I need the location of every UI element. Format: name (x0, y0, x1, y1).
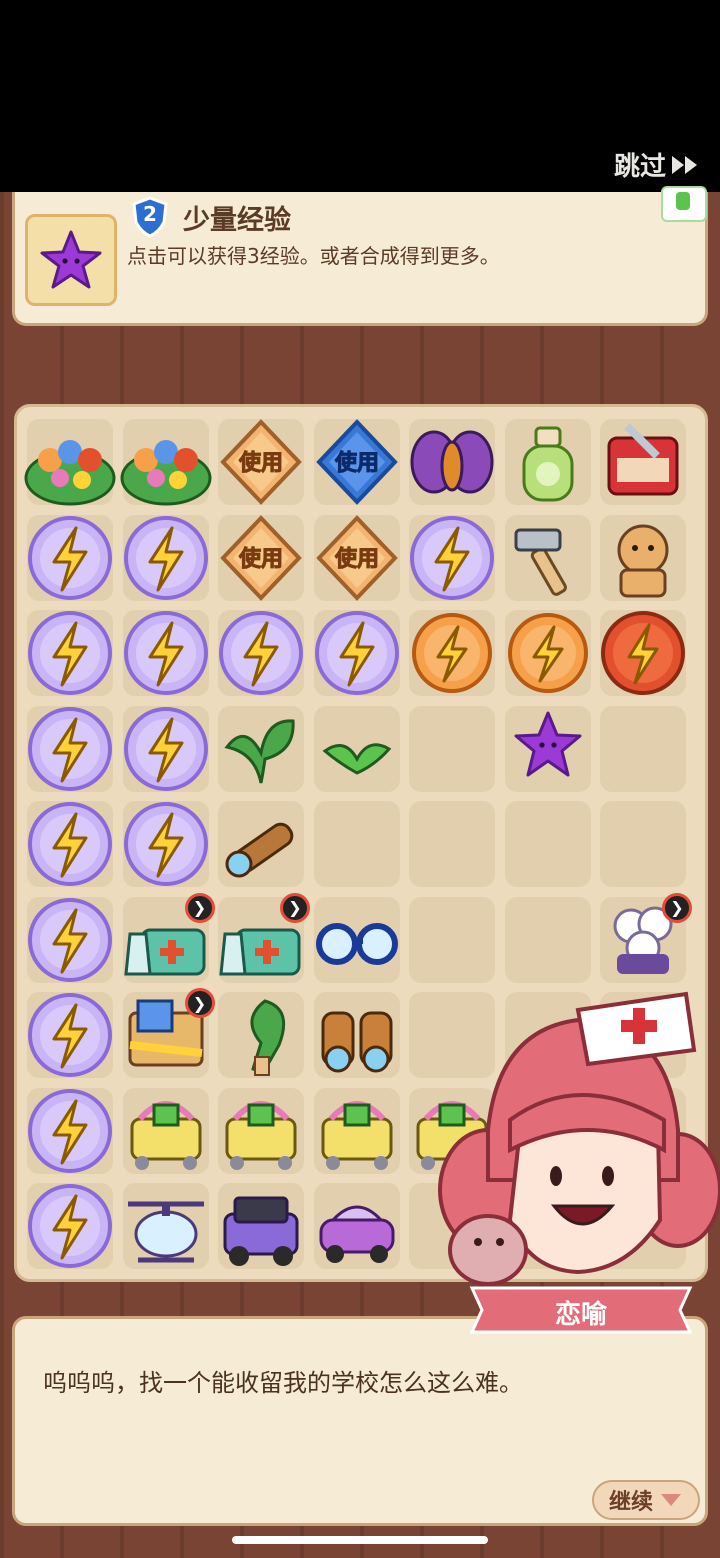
use-voucher-icon[interactable]: 使用 (215, 512, 307, 604)
toolbox-icon[interactable] (597, 416, 689, 508)
sprout-icon[interactable] (311, 703, 403, 795)
energy-orb-icon[interactable] (120, 798, 212, 890)
tiger-figurine-icon[interactable] (597, 512, 689, 604)
chevron-right-icon: ❯ (280, 892, 310, 923)
lotion-jar-icon[interactable] (502, 416, 594, 508)
level-shield: 2 (131, 196, 169, 238)
speaker-name-banner: 恋喻 (466, 1284, 696, 1336)
shopping-cart-icon[interactable] (120, 1085, 212, 1177)
moth-icon[interactable] (406, 416, 498, 508)
energy-orb-icon[interactable] (406, 512, 498, 604)
item-info-icon (25, 214, 117, 306)
energy-orb-icon[interactable] (311, 607, 403, 699)
leaves-icon[interactable] (215, 703, 307, 795)
use-voucher-blue-icon[interactable]: 使用 (311, 416, 403, 508)
energy-orb-icon[interactable] (215, 607, 307, 699)
svg-text:使用: 使用 (238, 547, 283, 572)
level-number: 2 (143, 202, 157, 226)
nurse-character (438, 991, 720, 1286)
shopping-cart-icon[interactable] (311, 1085, 403, 1177)
binoculars-icon[interactable] (311, 989, 403, 1081)
triangle-down-icon (661, 1494, 681, 1506)
energy-orb-icon[interactable] (24, 1180, 116, 1272)
item-info-card: 2 少量经验 点击可以获得3经验。或者合成得到更多。 (12, 186, 708, 326)
energy-orb-icon[interactable] (120, 703, 212, 795)
energy-orb-red-icon[interactable] (597, 607, 689, 699)
skip-button[interactable]: 跳过 (614, 146, 700, 183)
continue-button[interactable]: 继续 (592, 1480, 700, 1520)
fast-forward-icon (672, 155, 697, 174)
chevron-right-icon: ❯ (662, 892, 692, 923)
svg-text:使用: 使用 (333, 451, 378, 476)
plant-cutting-icon[interactable] (215, 989, 307, 1081)
car-icon[interactable] (311, 1180, 403, 1272)
energy-orb-orange-icon[interactable] (406, 607, 498, 699)
speaker-name: 恋喻 (554, 1300, 607, 1330)
svg-text:使用: 使用 (238, 451, 283, 476)
continue-label: 继续 (608, 1490, 653, 1515)
board-cell[interactable] (504, 801, 591, 887)
jeep-icon[interactable] (215, 1180, 307, 1272)
energy-orb-icon[interactable] (120, 512, 212, 604)
energy-orb-icon[interactable] (120, 607, 212, 699)
flower-bush-icon[interactable] (120, 416, 212, 508)
energy-orb-icon[interactable] (24, 798, 116, 890)
chevron-right-icon: ❯ (184, 988, 215, 1018)
energy-orb-icon[interactable] (24, 989, 116, 1081)
home-indicator[interactable] (232, 1536, 488, 1544)
purple-star-icon (40, 230, 102, 289)
helicopter-icon[interactable] (120, 1180, 212, 1272)
board-cell[interactable] (600, 801, 686, 887)
top-bar (0, 0, 720, 192)
spyglass-icon[interactable] (215, 798, 307, 890)
board-cell[interactable] (409, 896, 495, 983)
skip-label: 跳过 (613, 152, 666, 182)
energy-orb-icon[interactable] (24, 607, 116, 699)
flower-bush-icon[interactable] (24, 416, 116, 508)
energy-orb-icon[interactable] (24, 703, 116, 795)
chevron-right-icon: ❯ (184, 892, 215, 923)
use-voucher-icon[interactable]: 使用 (311, 512, 403, 604)
energy-orb-icon[interactable] (24, 894, 116, 986)
dialog-text: 呜呜呜，找一个能收留我的学校怎么这么难。 (43, 1369, 523, 1397)
energy-orb-icon[interactable] (24, 512, 116, 604)
use-voucher-icon[interactable]: 使用 (215, 416, 307, 508)
energy-orb-icon[interactable] (24, 1085, 116, 1177)
shopping-cart-icon[interactable] (215, 1085, 307, 1177)
item-title: 少量经验 (183, 205, 291, 236)
hammer-icon[interactable] (502, 512, 594, 604)
glasses-icon[interactable] (311, 894, 403, 986)
purple-star-icon[interactable] (502, 703, 594, 795)
board-cell[interactable] (600, 705, 686, 792)
board-cell[interactable] (409, 705, 495, 792)
board-cell[interactable] (409, 801, 495, 887)
board-cell[interactable] (504, 896, 591, 983)
board-cell[interactable] (313, 801, 400, 887)
svg-text:使用: 使用 (333, 547, 378, 572)
energy-orb-orange-icon[interactable] (502, 607, 594, 699)
item-description: 点击可以获得3经验。或者合成得到更多。 (127, 244, 500, 268)
info-corner-button[interactable] (661, 186, 707, 222)
